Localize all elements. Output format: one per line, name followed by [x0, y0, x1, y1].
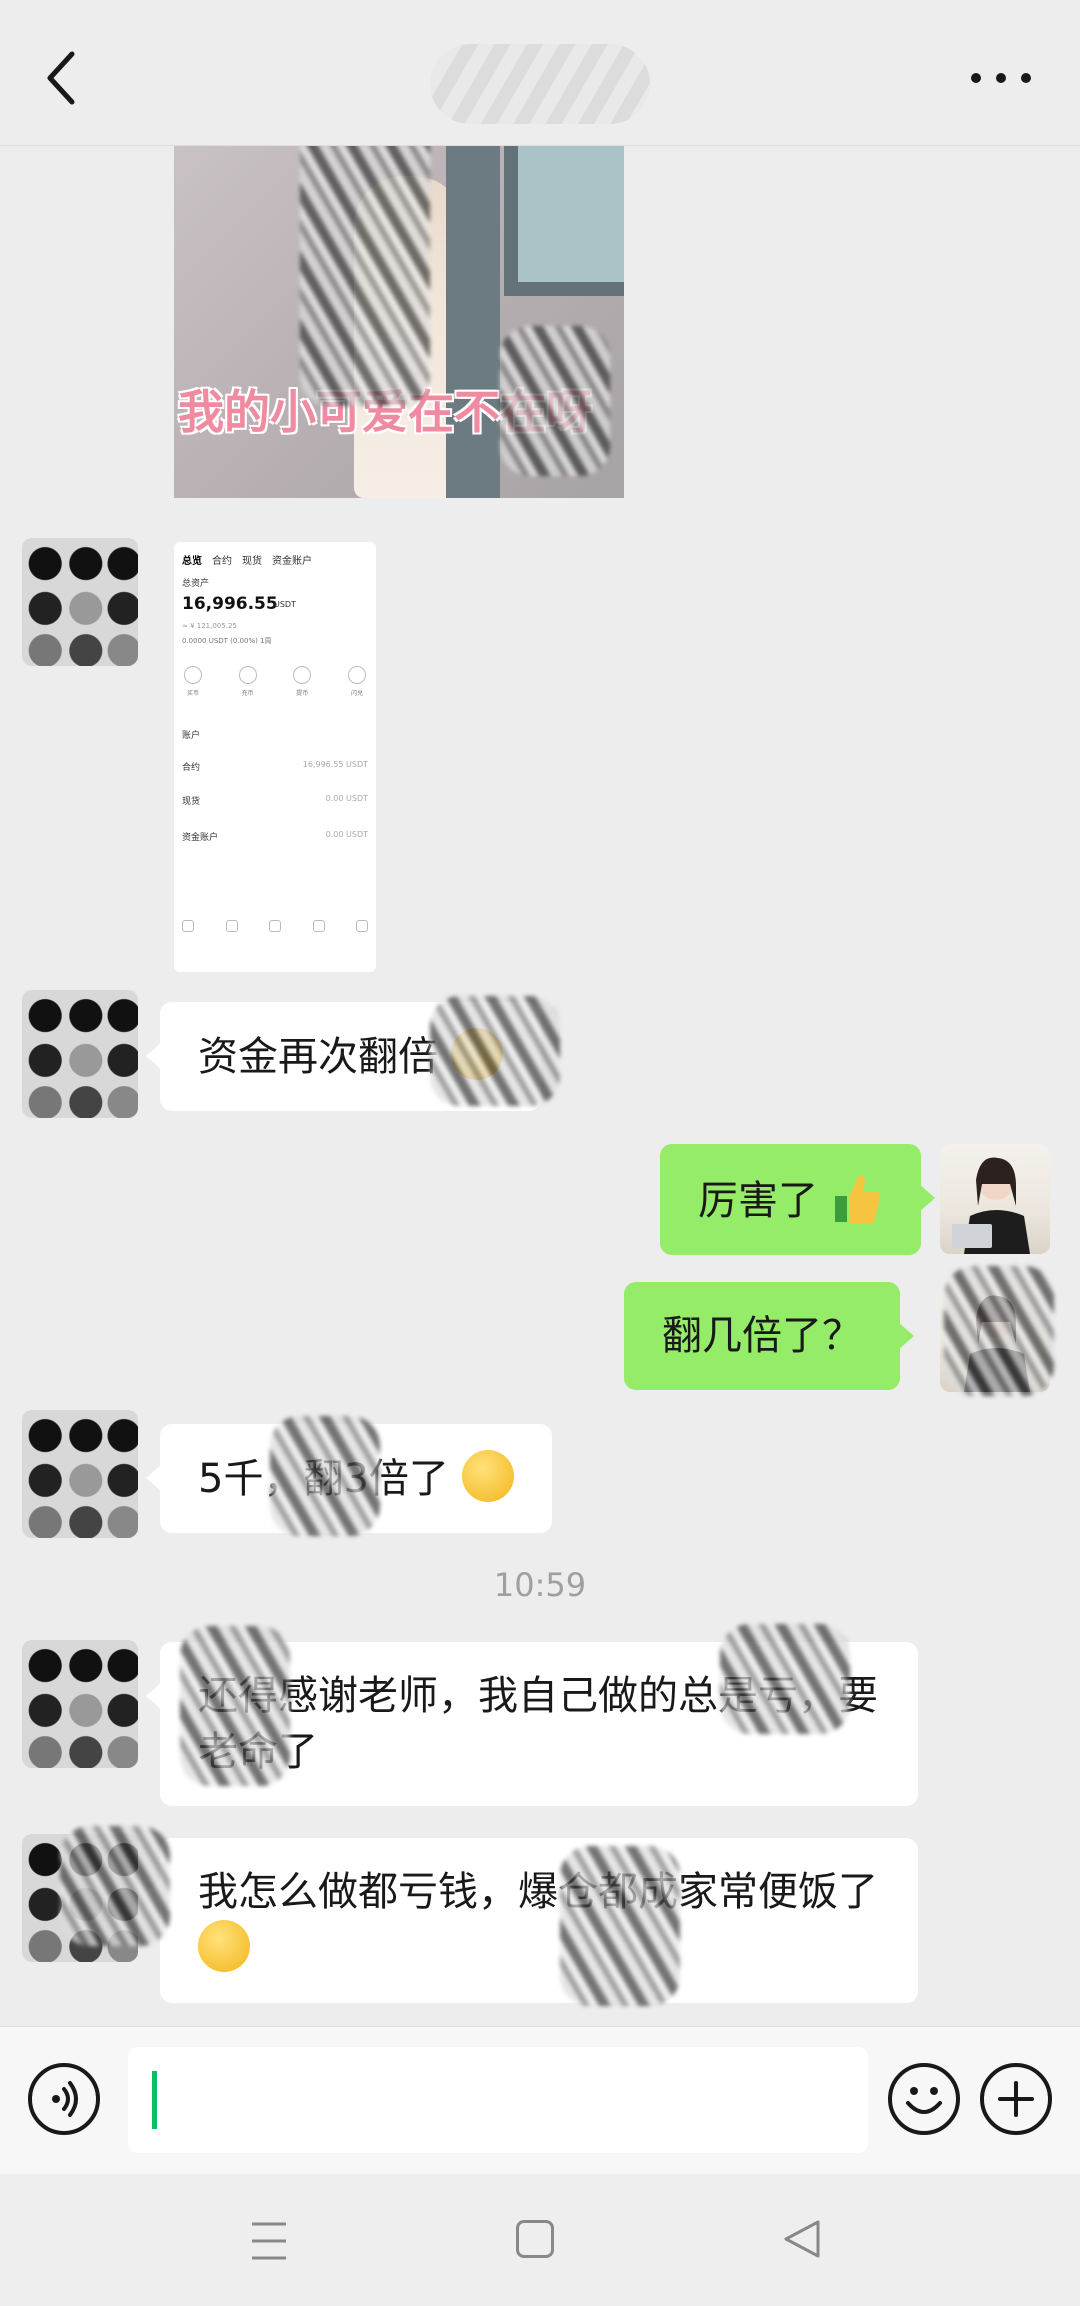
more-options-icon[interactable] [966, 60, 1036, 96]
chat-header [0, 0, 1080, 146]
thumbs-up-icon [834, 1175, 880, 1224]
total-assets-unit: USDT [274, 600, 296, 609]
input-bar [0, 2026, 1080, 2174]
screenshot-tab: 资金账户 [272, 556, 312, 567]
action-item: 买币 [182, 666, 204, 697]
emoji-picker-icon[interactable] [888, 2063, 960, 2135]
message-input[interactable] [128, 2047, 868, 2153]
photo-window [504, 146, 624, 296]
text-caret [152, 2071, 157, 2129]
avatar[interactable] [22, 1834, 138, 1962]
message-text: 还得感谢老师，我自己做的总是亏，要老命了 [198, 1673, 878, 1775]
action-icons: 买币 充币 提币 闪兑 [182, 666, 368, 697]
action-item: 闪兑 [346, 666, 368, 697]
message-bubble[interactable]: 还得感谢老师，我自己做的总是亏，要老命了 [146, 1642, 918, 1806]
back-arrow-icon[interactable] [36, 40, 100, 116]
action-item: 充币 [237, 666, 259, 697]
message-bubble[interactable]: 厉害了 [660, 1144, 935, 1255]
avatar[interactable] [22, 1640, 138, 1768]
recent-apps-icon[interactable] [248, 2210, 290, 2272]
system-nav-bar [0, 2174, 1080, 2306]
voice-input-icon[interactable] [28, 2063, 100, 2135]
message-text: 厉害了 [698, 1178, 818, 1224]
photo-caption: 我的小可爱在不在呀 [178, 385, 592, 439]
message-text: 资金再次翻倍 [198, 1034, 438, 1080]
worried-emoji-icon [198, 1920, 250, 1972]
my-avatar[interactable] [940, 1144, 1050, 1254]
avatar[interactable] [22, 990, 138, 1118]
message-bubble[interactable]: 资金再次翻倍 [146, 1002, 541, 1111]
screenshot-tab: 现货 [242, 556, 262, 567]
message-bubble[interactable]: 我怎么做都亏钱，爆仓都成家常便饭了 [146, 1838, 918, 2003]
image-message[interactable]: 我的小可爱在不在呀 [174, 146, 624, 498]
section-label: 账户 [182, 731, 201, 741]
chat-title [430, 44, 650, 124]
action-item: 提币 [291, 666, 313, 697]
home-icon[interactable] [516, 2220, 554, 2258]
avatar[interactable] [22, 1410, 138, 1538]
screenshot-tab: 总览 [182, 556, 202, 567]
my-avatar[interactable] [940, 1282, 1050, 1392]
account-row: 现货 0.00 USDT [182, 794, 368, 807]
message-text: 翻几倍了？ [662, 1313, 862, 1359]
plus-icon[interactable] [980, 2063, 1052, 2135]
screenshot-tab: 合约 [212, 556, 232, 567]
message-timestamp: 10:59 [493, 1566, 587, 1604]
emoji-icon [450, 1028, 503, 1080]
total-assets-label: 总资产 [182, 579, 210, 589]
account-row: 合约 16,996.55 USDT [182, 760, 368, 773]
account-row: 资金账户 0.00 USDT [182, 830, 368, 843]
back-triangle-icon[interactable] [780, 2216, 824, 2262]
photo-pillar [446, 146, 500, 498]
message-list[interactable]: 我的小可爱在不在呀 总览 合约 现货 资金账户 总资产 16,996.55 US… [0, 146, 1080, 2026]
approx-value: ≈ ¥ 121,005.25 [182, 622, 237, 630]
avatar[interactable] [22, 538, 138, 666]
message-text: 我怎么做都亏钱，爆仓都成家常便饭了 [198, 1869, 878, 1915]
screenshot-nav [182, 920, 368, 932]
screenshot-message[interactable]: 总览 合约 现货 资金账户 总资产 16,996.55 USDT ≈ ¥ 121… [174, 542, 376, 972]
message-text: 5千，翻3倍了 [198, 1456, 449, 1502]
message-bubble[interactable]: 5千，翻3倍了 [146, 1424, 552, 1533]
grin-emoji-icon [461, 1450, 514, 1502]
message-bubble[interactable]: 翻几倍了？ [624, 1282, 914, 1390]
screenshot-tabs: 总览 合约 现货 资金账户 [182, 552, 312, 567]
total-assets-value: 16,996.55 [182, 594, 278, 614]
pnl-value: 0.0000 USDT (0.00%) 1周 [182, 637, 272, 645]
